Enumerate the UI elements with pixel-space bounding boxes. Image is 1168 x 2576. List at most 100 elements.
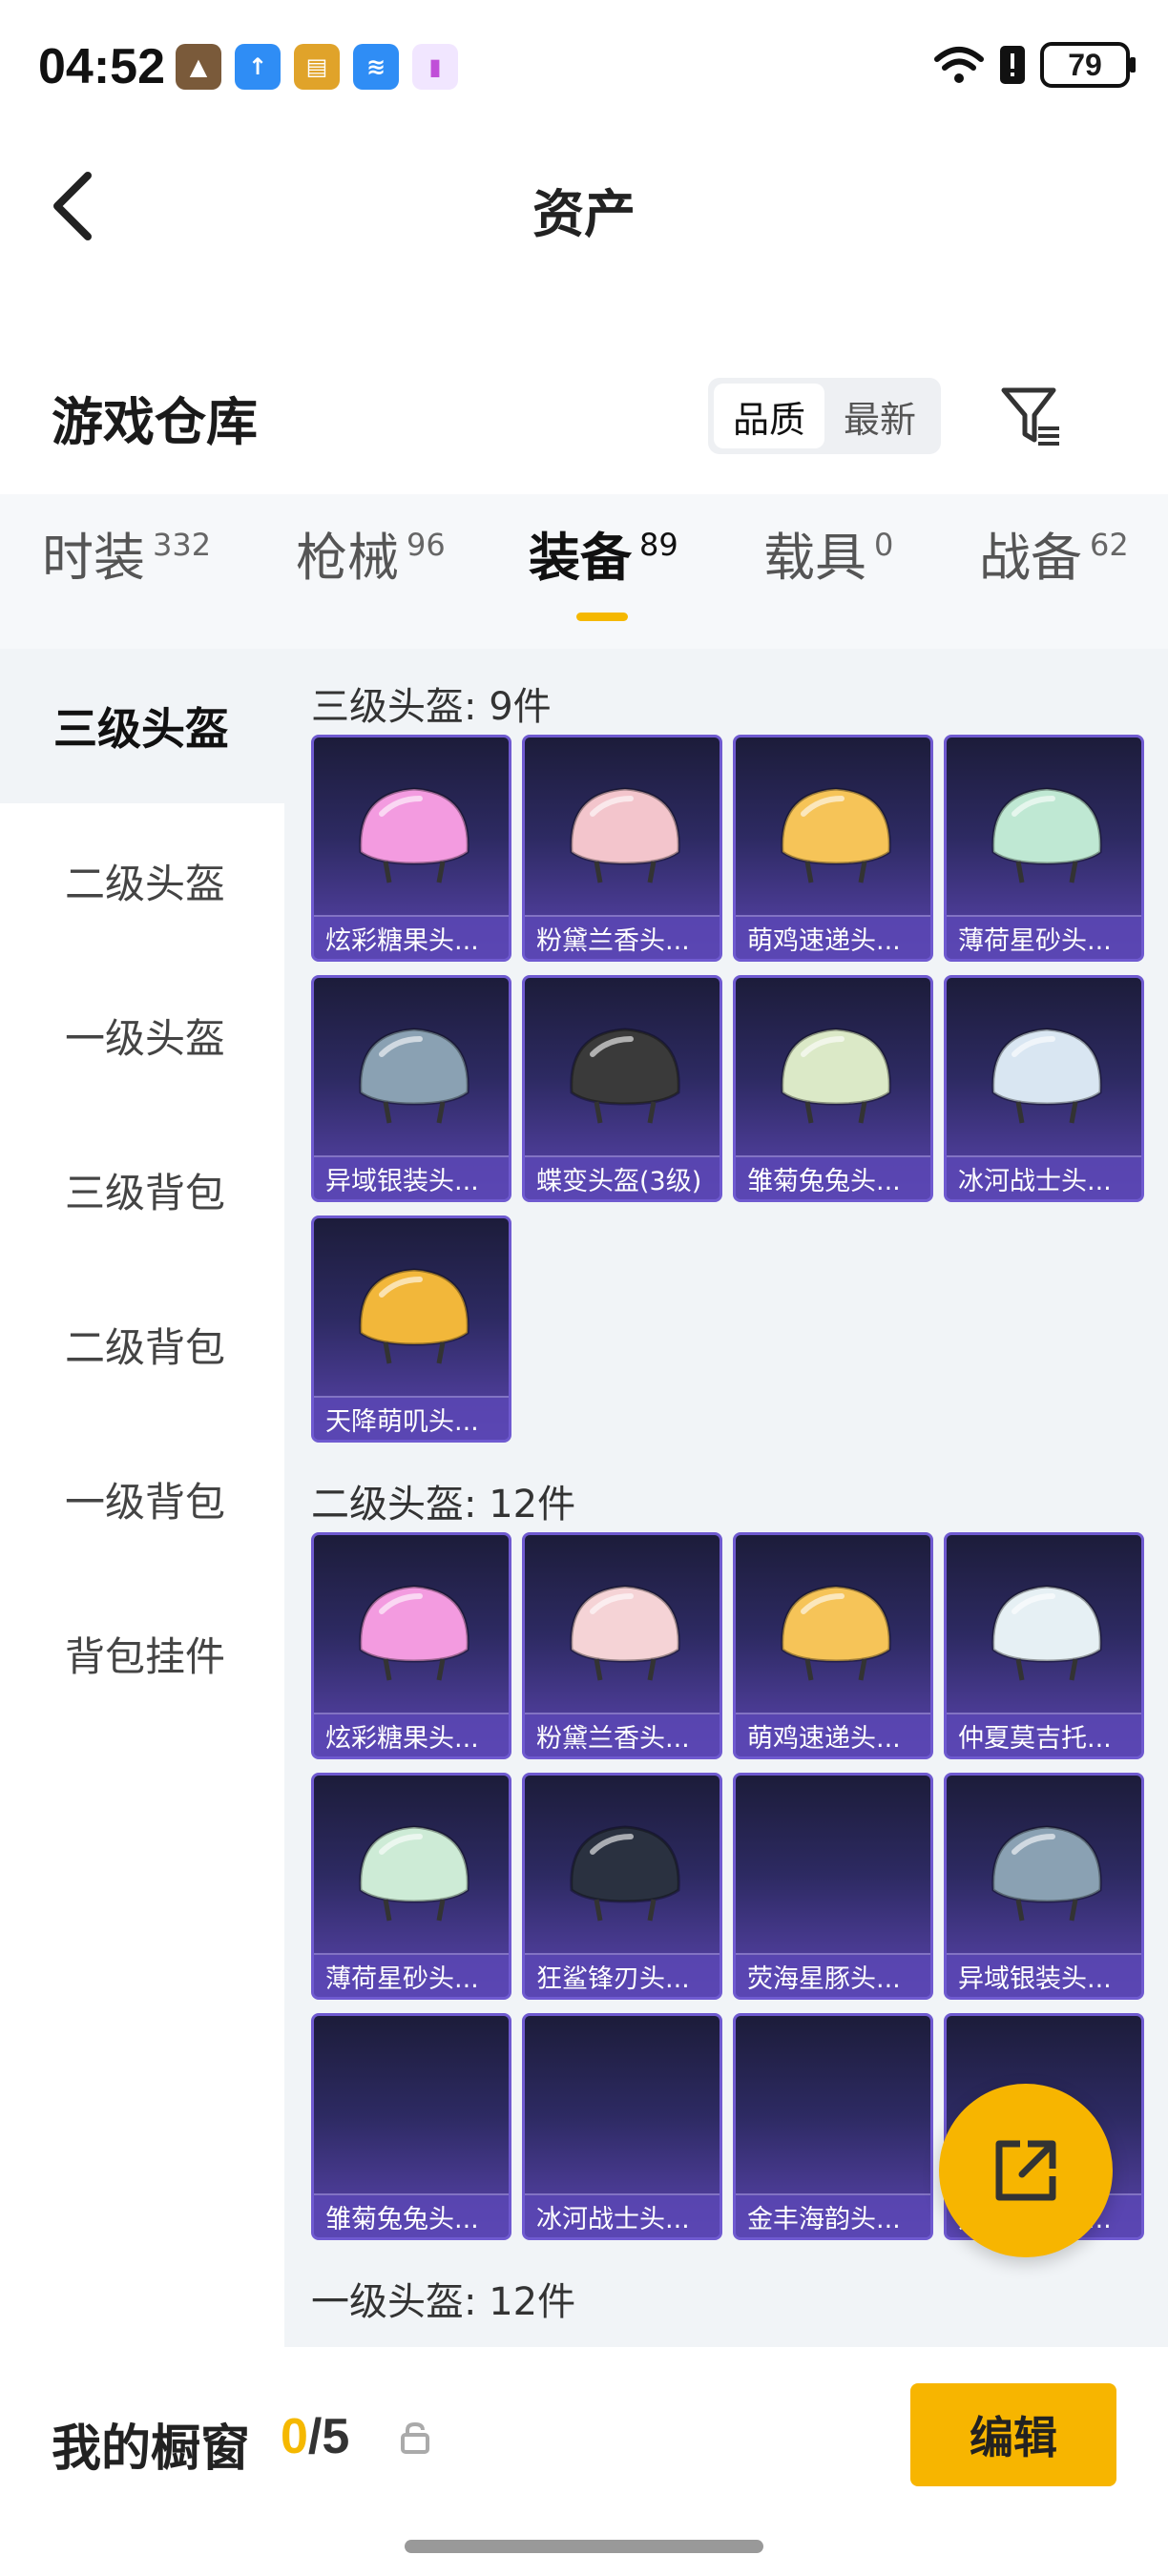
item-name: 粉黛兰香头... — [525, 1713, 720, 1756]
section-title: 一级头盔: 12件 — [311, 2280, 576, 2324]
alert-icon — [1000, 46, 1025, 84]
item-card[interactable]: 异域银装头... — [311, 975, 511, 1202]
shark-helmet-icon — [570, 1825, 680, 1922]
mojito-helmet-icon — [991, 1585, 1102, 1681]
showcase-count: 0/5 — [281, 2408, 349, 2465]
item-name: 薄荷星砂头... — [947, 915, 1141, 959]
tab-fashion[interactable]: 时装 332 — [42, 527, 211, 609]
pink-helmet-icon — [570, 1585, 680, 1681]
share-icon — [995, 2140, 1056, 2201]
tab-tactical[interactable]: 战备 62 — [979, 527, 1129, 609]
sort-quality-button[interactable]: 品质 — [714, 384, 824, 448]
item-name: 仲夏莫吉托... — [947, 1713, 1141, 1756]
sidebar-item-level2-helmet[interactable]: 二级头盔 — [0, 803, 284, 958]
lock-icon — [401, 2421, 429, 2454]
item-card[interactable]: 薄荷星砂头... — [311, 1773, 511, 2000]
item-card[interactable]: 仲夏莫吉托... — [944, 1532, 1144, 1759]
status-bar: 04:52 ▲ ↑ ▤ ≋ ▮ 79 — [0, 0, 1168, 134]
bunny-helmet-icon — [781, 1028, 891, 1124]
sort-toggle: 品质 最新 — [708, 378, 941, 454]
tab-label: 战备 — [979, 528, 1082, 588]
item-name: 金丰海韵头... — [736, 2193, 930, 2237]
sidebar-item-backpack-charm[interactable]: 背包挂件 — [0, 1576, 284, 1731]
share-fab-button[interactable] — [939, 2084, 1113, 2257]
candy-helmet-icon — [359, 1585, 469, 1681]
tab-label: 时装 — [42, 528, 145, 588]
sidebar-item-level3-backpack[interactable]: 三级背包 — [0, 1112, 284, 1267]
app-header: 资产 — [0, 134, 1168, 277]
sort-latest-button[interactable]: 最新 — [824, 384, 935, 448]
item-card[interactable]: 冰河战士头... — [944, 975, 1144, 1202]
item-card[interactable]: 异域银装头... — [944, 1773, 1144, 2000]
tab-label: 载具 — [763, 528, 866, 588]
tab-vehicles[interactable]: 载具 0 — [763, 527, 893, 609]
showcase-current: 0 — [281, 2409, 308, 2464]
active-tab-indicator — [576, 613, 628, 621]
sidebar-item-level2-backpack[interactable]: 二级背包 — [0, 1267, 284, 1422]
item-card[interactable]: 粉黛兰香头... — [522, 735, 722, 962]
sidebar-item-level1-backpack[interactable]: 一级背包 — [0, 1422, 284, 1576]
item-card[interactable]: 荧海星豚头... — [733, 1773, 933, 2000]
category-tabs: 时装 332 枪械 96 装备 89 载具 0 战备 62 — [0, 494, 1168, 649]
item-card[interactable]: 雏菊兔兔头... — [311, 2013, 511, 2240]
item-card[interactable]: 蝶变头盔(3级) — [522, 975, 722, 1202]
item-card[interactable]: 炫彩糖果头... — [311, 735, 511, 962]
item-card[interactable]: 雏菊兔兔头... — [733, 975, 933, 1202]
silver-helmet-icon — [359, 1028, 469, 1124]
item-card[interactable]: 冰河战士头... — [522, 2013, 722, 2240]
item-name: 异域银装头... — [314, 1155, 509, 1199]
item-card[interactable]: 粉黛兰香头... — [522, 1532, 722, 1759]
item-card[interactable]: 金丰海韵头... — [733, 2013, 933, 2240]
notification-icons: ▲ ↑ ▤ ≋ ▮ — [176, 44, 458, 90]
mint-helmet-icon — [991, 787, 1102, 883]
filter-button[interactable] — [998, 382, 1065, 454]
warehouse-bar: 游戏仓库 品质 最新 — [0, 353, 1168, 477]
page-title: 资产 — [532, 184, 636, 244]
item-name: 冰河战士头... — [525, 2193, 720, 2237]
status-indicators: 79 — [933, 42, 1136, 88]
tab-count: 96 — [407, 527, 446, 563]
showcase-label: 我的橱窗 — [52, 2420, 251, 2478]
pink-helmet-icon — [570, 787, 680, 883]
showcase-bar: 我的橱窗 0/5 编辑 — [0, 2347, 1168, 2576]
item-name: 天降萌叽头... — [314, 1396, 509, 1440]
item-name: 雏菊兔兔头... — [736, 1155, 930, 1199]
tab-label: 枪械 — [296, 528, 399, 588]
wifi-app-icon: ≋ — [353, 44, 399, 90]
item-name: 萌鸡速递头... — [736, 915, 930, 959]
item-name: 异域银装头... — [947, 1953, 1141, 1997]
sidebar-item-level1-helmet[interactable]: 一级头盔 — [0, 958, 284, 1112]
edit-button[interactable]: 编辑 — [910, 2383, 1116, 2486]
tab-count: 62 — [1090, 527, 1129, 563]
item-card[interactable]: 狂鲨锋刃头... — [522, 1773, 722, 2000]
warehouse-title: 游戏仓库 — [52, 392, 258, 452]
sidebar-item-level3-helmet[interactable]: 三级头盔 — [0, 649, 284, 803]
tab-count: 0 — [874, 527, 894, 563]
item-name: 荧海星豚头... — [736, 1953, 930, 1997]
butterfly-helmet-icon — [570, 1028, 680, 1124]
book-app-icon: ▮ — [412, 44, 458, 90]
item-name: 萌鸡速递头... — [736, 1713, 930, 1756]
status-time: 04:52 — [38, 39, 165, 94]
item-name: 炫彩糖果头... — [314, 915, 509, 959]
chick-helmet-icon — [781, 787, 891, 883]
tab-count: 89 — [639, 527, 678, 563]
home-indicator — [405, 2540, 763, 2553]
upload-app-icon: ↑ — [235, 44, 281, 90]
section-title: 二级头盔: 12件 — [311, 1483, 576, 1527]
showcase-total: /5 — [307, 2409, 350, 2464]
item-card[interactable]: 萌鸡速递头... — [733, 735, 933, 962]
mint-helmet-icon — [359, 1825, 469, 1922]
glacier-helmet-icon — [991, 1028, 1102, 1124]
item-card[interactable]: 薄荷星砂头... — [944, 735, 1144, 962]
tab-equipment[interactable]: 装备 89 — [529, 527, 678, 609]
chick-helmet-icon — [781, 1585, 891, 1681]
tab-weapons[interactable]: 枪械 96 — [296, 527, 446, 609]
item-card[interactable]: 萌鸡速递头... — [733, 1532, 933, 1759]
candy-helmet-icon — [359, 787, 469, 883]
item-card[interactable]: 炫彩糖果头... — [311, 1532, 511, 1759]
item-name: 薄荷星砂头... — [314, 1953, 509, 1997]
item-name: 雏菊兔兔头... — [314, 2193, 509, 2237]
item-card[interactable]: 天降萌叽头... — [311, 1215, 511, 1443]
silver-helmet-icon — [991, 1825, 1102, 1922]
